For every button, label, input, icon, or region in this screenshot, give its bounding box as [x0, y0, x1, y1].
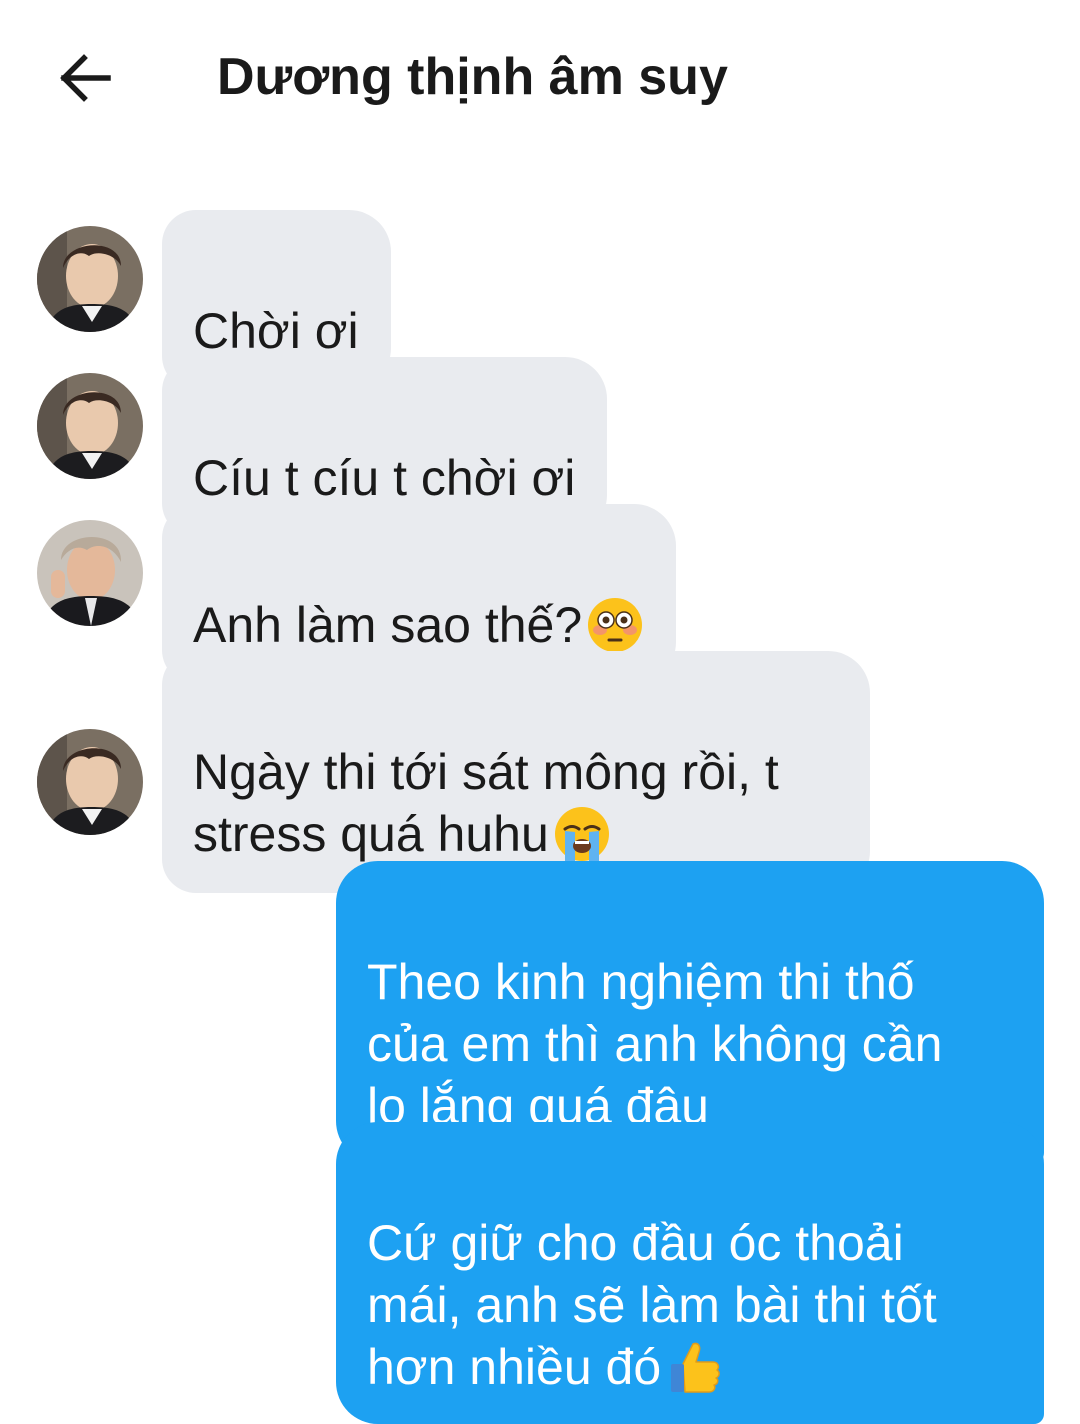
avatar-photo	[37, 226, 143, 332]
conversation-title: Dương thịnh âm suy	[217, 48, 728, 106]
message-bubble-outgoing[interactable]: Cứ giữ cho đầu óc thoải mái, anh sẽ làm …	[336, 1122, 1044, 1424]
sender-avatar[interactable]	[37, 729, 143, 835]
sender-avatar[interactable]	[37, 520, 143, 626]
arrow-left-icon	[60, 54, 111, 102]
message-text: Anh làm sao thế?	[193, 597, 583, 653]
avatar-photo	[37, 373, 143, 479]
message-text: Chời ơi	[193, 303, 359, 359]
back-button[interactable]	[52, 48, 116, 108]
chat-header: Dương thịnh âm suy	[0, 0, 1080, 160]
thumbs-up-emoji	[671, 1342, 721, 1393]
message-text: Cứ giữ cho đầu óc thoải mái, anh sẽ làm …	[367, 1215, 937, 1395]
message-bubble[interactable]: Ngày thi tới sát mông rồi, t stress quá …	[162, 651, 870, 893]
message-text: Ngày thi tới sát mông rồi, t stress quá …	[193, 744, 779, 862]
sender-avatar[interactable]	[37, 226, 143, 332]
message-text: Cíu t cíu t chời ơi	[193, 450, 576, 506]
message-text: Theo kinh nghiệm thi thố của em thì anh …	[367, 954, 943, 1134]
avatar-photo	[37, 729, 143, 835]
loudly-crying-face-emoji	[554, 807, 609, 861]
message-bubble-outgoing[interactable]: Theo kinh nghiệm thi thố của em thì anh …	[336, 861, 1044, 1163]
avatar-photo	[37, 520, 143, 626]
sender-avatar[interactable]	[37, 373, 143, 479]
flushed-face-emoji	[588, 598, 643, 652]
